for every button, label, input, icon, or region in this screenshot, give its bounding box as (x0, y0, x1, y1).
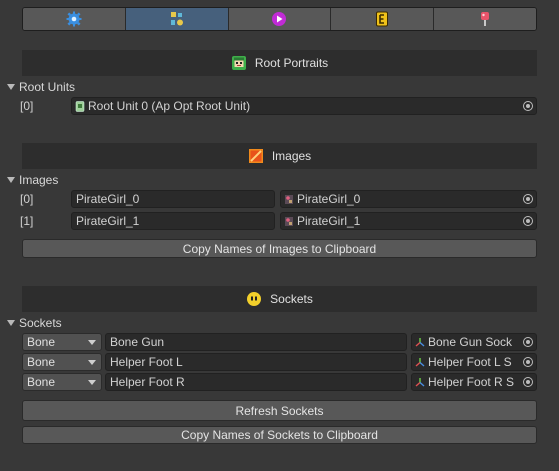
section-title: Root Portraits (254, 56, 329, 70)
tab-pins[interactable] (434, 8, 536, 30)
chevron-down-icon (7, 177, 15, 183)
gear-icon (66, 11, 82, 27)
tab-bones[interactable] (125, 8, 229, 30)
chevron-down-icon (7, 84, 15, 90)
copy-socket-names-button[interactable]: Copy Names of Sockets to Clipboard (22, 426, 537, 444)
sprite-icon (285, 216, 293, 226)
list-index: [1] (20, 214, 34, 228)
image-name-field[interactable]: PirateGirl_0 (71, 190, 275, 208)
socket-ref-field[interactable]: Helper Foot L S (411, 353, 537, 371)
transform-icon (415, 377, 425, 387)
sprite-field-value: PirateGirl_0 (297, 192, 361, 206)
list-index: [0] (20, 192, 34, 206)
object-picker-icon[interactable] (523, 216, 533, 226)
root-portraits-header: Root Portraits (22, 50, 537, 76)
copy-image-names-button[interactable]: Copy Names of Images to Clipboard (22, 239, 537, 258)
tab-animation[interactable] (228, 8, 332, 30)
socket-type-dropdown[interactable]: Bone (22, 333, 102, 351)
event-icon (376, 11, 389, 27)
socket-type-dropdown[interactable]: Bone (22, 353, 102, 371)
chevron-down-icon (7, 320, 15, 326)
foldout-label: Root Units (19, 80, 76, 94)
object-picker-icon[interactable] (523, 194, 533, 204)
socket-name-value: Helper Foot R (110, 375, 185, 389)
object-picker-icon[interactable] (523, 357, 533, 367)
socket-ref-value: Helper Foot L S (428, 355, 512, 369)
socket-name-field[interactable]: Helper Foot L (105, 353, 407, 371)
socket-name-value: Bone Gun (110, 335, 165, 349)
section-title: Sockets (270, 292, 313, 306)
root-units-foldout[interactable]: Root Units (7, 79, 75, 95)
transform-icon (415, 357, 425, 367)
root-unit-object-field[interactable]: Root Unit 0 (Ap Opt Root Unit) (71, 97, 537, 115)
socket-name-field[interactable]: Helper Foot R (105, 373, 407, 391)
socket-type-dropdown[interactable]: Bone (22, 373, 102, 391)
socket-name-value: Helper Foot L (110, 355, 183, 369)
editor-toolbar (22, 7, 537, 31)
image-icon (248, 149, 263, 163)
sockets-header: Sockets (22, 286, 537, 312)
object-field-value: Root Unit 0 (Ap Opt Root Unit) (88, 99, 251, 113)
images-foldout[interactable]: Images (7, 172, 58, 188)
sprite-field-value: PirateGirl_1 (297, 214, 361, 228)
socket-ref-field[interactable]: Helper Foot R S (411, 373, 537, 391)
play-icon (272, 12, 287, 26)
image-sprite-field[interactable]: PirateGirl_1 (280, 212, 537, 230)
sockets-foldout[interactable]: Sockets (7, 315, 62, 331)
image-name-value: PirateGirl_1 (76, 214, 140, 228)
object-picker-icon[interactable] (523, 337, 533, 347)
socket-name-field[interactable]: Bone Gun (105, 333, 407, 351)
foldout-label: Sockets (19, 316, 62, 330)
socket-ref-value: Bone Gun Sock (428, 335, 513, 349)
pin-icon (481, 12, 490, 26)
button-label: Refresh Sockets (235, 403, 324, 418)
dropdown-value: Bone (27, 375, 56, 389)
dropdown-arrow-icon (88, 340, 96, 345)
tab-events[interactable] (331, 8, 435, 30)
image-name-value: PirateGirl_0 (76, 192, 140, 206)
dropdown-value: Bone (27, 335, 56, 349)
tab-settings[interactable] (23, 8, 126, 30)
section-title: Images (271, 149, 312, 163)
object-picker-icon[interactable] (523, 101, 533, 111)
portrait-icon (231, 56, 246, 70)
foldout-label: Images (19, 173, 59, 187)
bones-icon (170, 12, 183, 26)
socket-icon (247, 292, 262, 306)
list-index: [0] (20, 99, 34, 113)
dropdown-arrow-icon (88, 380, 96, 385)
unit-asset-icon (75, 100, 85, 112)
refresh-sockets-button[interactable]: Refresh Sockets (22, 400, 537, 421)
button-label: Copy Names of Sockets to Clipboard (181, 428, 378, 442)
image-name-field[interactable]: PirateGirl_1 (71, 212, 275, 230)
sprite-icon (285, 194, 293, 204)
image-sprite-field[interactable]: PirateGirl_0 (280, 190, 537, 208)
socket-ref-field[interactable]: Bone Gun Sock (411, 333, 537, 351)
dropdown-arrow-icon (88, 360, 96, 365)
object-picker-icon[interactable] (523, 377, 533, 387)
images-header: Images (22, 143, 537, 169)
button-label: Copy Names of Images to Clipboard (182, 241, 377, 256)
transform-icon (415, 337, 425, 347)
socket-ref-value: Helper Foot R S (428, 375, 515, 389)
dropdown-value: Bone (27, 355, 56, 369)
